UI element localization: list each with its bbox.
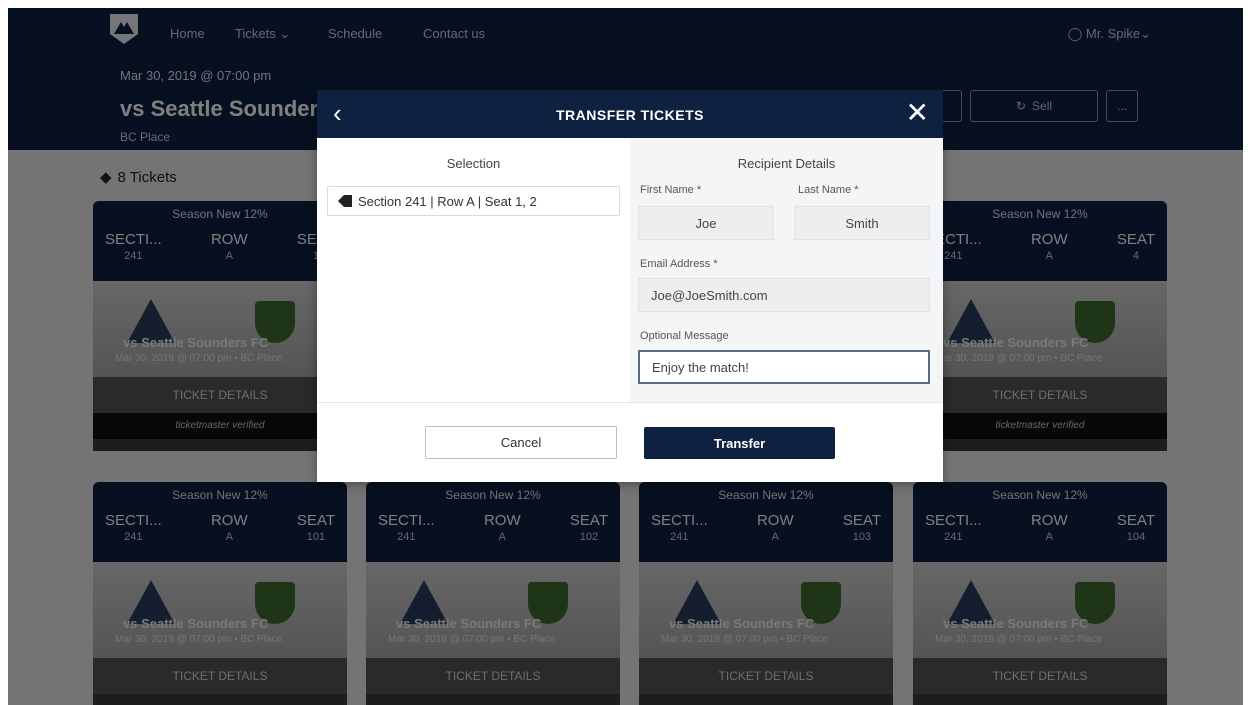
email-label: Email Address * (640, 258, 718, 270)
selection-pane: Selection Section 241 | Row A | Seat 1, … (317, 138, 630, 402)
message-label: Optional Message (640, 330, 729, 342)
close-icon[interactable]: ✕ (906, 96, 929, 129)
transfer-tickets-modal: ‹ TRANSFER TICKETS ✕ Selection Section 2… (317, 90, 943, 482)
selection-item-label: Section 241 | Row A | Seat 1, 2 (358, 193, 537, 209)
ticket-tag-icon (338, 195, 352, 207)
first-name-field[interactable]: Joe (638, 206, 774, 240)
modal-title: TRANSFER TICKETS (556, 107, 704, 123)
modal-body: Selection Section 241 | Row A | Seat 1, … (317, 138, 943, 402)
last-name-field[interactable]: Smith (794, 206, 930, 240)
selection-item[interactable]: Section 241 | Row A | Seat 1, 2 (327, 186, 620, 216)
recipient-title: Recipient Details (737, 156, 836, 171)
transfer-button[interactable]: Transfer (644, 427, 835, 459)
cancel-button[interactable]: Cancel (425, 426, 617, 459)
email-field[interactable]: Joe@JoeSmith.com (638, 278, 930, 312)
message-field[interactable]: Enjoy the match! (638, 350, 930, 384)
selection-title: Selection (446, 156, 501, 171)
last-name-label: Last Name * (798, 184, 859, 196)
modal-header: ‹ TRANSFER TICKETS ✕ (317, 90, 943, 138)
modal-footer: Cancel Transfer (317, 402, 943, 482)
recipient-pane: Recipient Details First Name * Last Name… (630, 138, 943, 402)
first-name-label: First Name * (640, 184, 702, 196)
